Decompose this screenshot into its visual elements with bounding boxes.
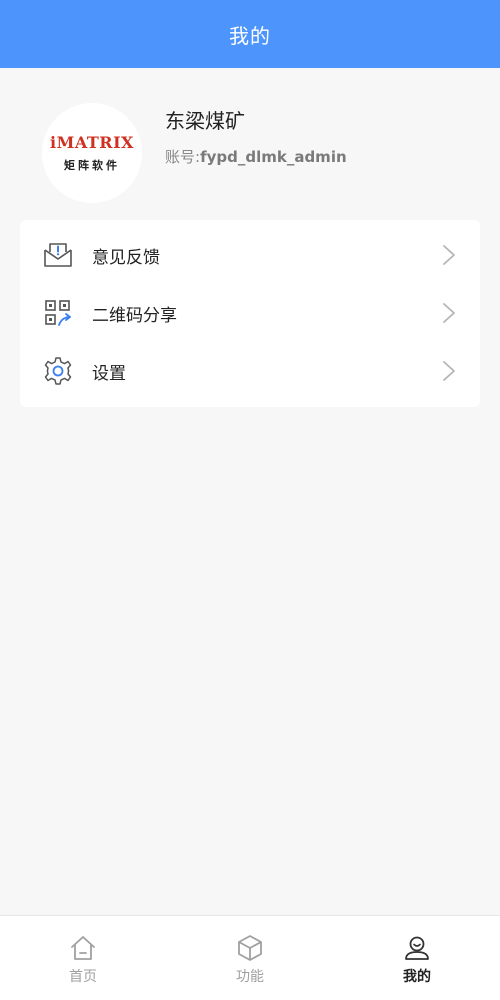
user-icon: [405, 936, 429, 960]
home-icon: [71, 936, 95, 960]
profile-account: 账号:fypd_dlmk_admin: [165, 146, 347, 167]
tab-features[interactable]: 功能: [167, 916, 333, 1000]
tab-label: 功能: [236, 969, 264, 985]
menu-item-feedback[interactable]: 意见反馈: [20, 226, 480, 284]
menu-item-label: 设置: [92, 363, 126, 384]
account-label: 账号:: [165, 148, 201, 166]
tab-home[interactable]: 首页: [0, 916, 166, 1000]
logo-text: iMATRIX: [50, 132, 134, 152]
bottom-tab-bar: 首页 功能 我的: [0, 915, 500, 1000]
menu-item-settings[interactable]: 设置: [20, 342, 480, 400]
profile-name: 东梁煤矿: [165, 109, 245, 133]
cube-icon: [238, 935, 262, 961]
chevron-right-icon: [443, 303, 455, 323]
chevron-right-icon: [443, 245, 455, 265]
tab-mine[interactable]: 我的: [334, 916, 500, 1000]
logo-subtext: 矩阵软件: [64, 158, 120, 172]
page-title: 我的: [229, 23, 271, 48]
qrcode-share-icon: [42, 297, 74, 329]
menu-item-qrcode-share[interactable]: 二维码分享: [20, 284, 480, 342]
menu-item-label: 二维码分享: [92, 305, 177, 326]
menu-list: 意见反馈 二维码分享 设置: [20, 220, 480, 407]
tab-label: 首页: [69, 969, 97, 985]
chevron-right-icon: [443, 361, 455, 381]
top-navigation-bar: 我的: [0, 0, 500, 68]
profile-section: iMATRIX 矩阵软件 东梁煤矿 账号:fypd_dlmk_admin: [0, 68, 500, 218]
tab-label: 我的: [403, 969, 431, 985]
avatar[interactable]: iMATRIX 矩阵软件: [42, 103, 142, 203]
account-value: fypd_dlmk_admin: [200, 148, 347, 166]
feedback-mail-icon: [42, 239, 74, 271]
gear-icon: [42, 355, 74, 387]
menu-item-label: 意见反馈: [92, 247, 160, 268]
